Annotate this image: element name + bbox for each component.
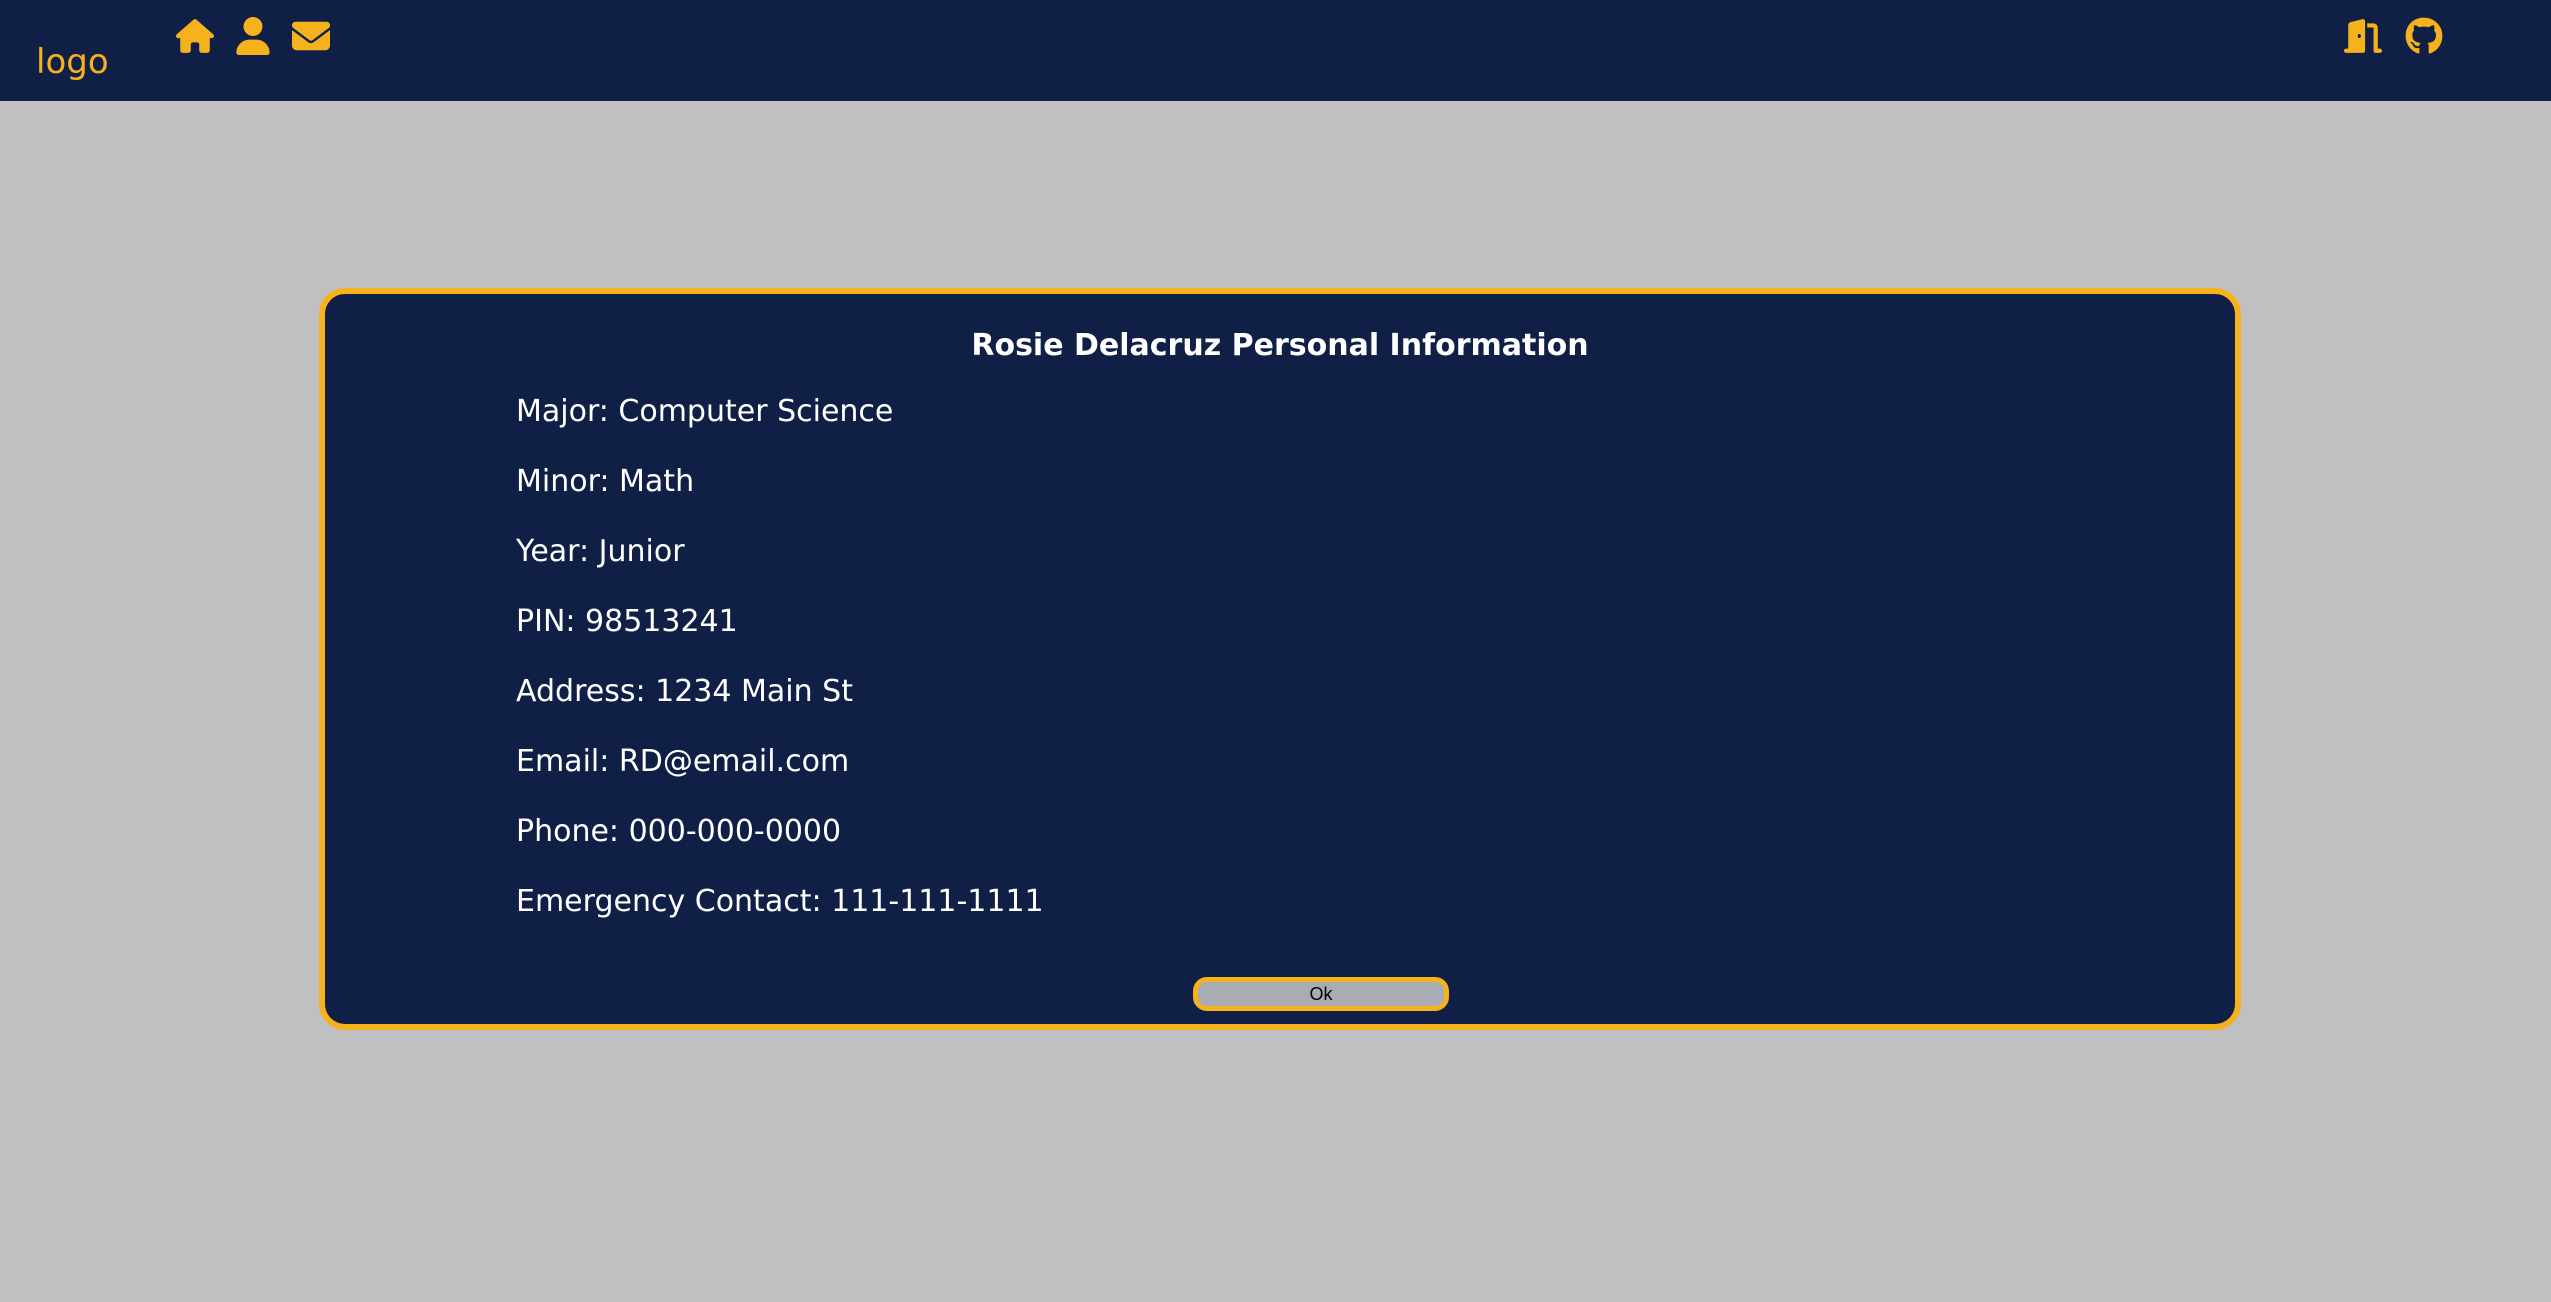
card-title: Rosie Delacruz Personal Information: [971, 328, 1589, 363]
info-item-major: Major: Computer Science: [516, 394, 894, 429]
door-exit-icon[interactable]: [2343, 16, 2383, 56]
github-icon[interactable]: [2404, 16, 2444, 56]
ok-button[interactable]: Ok: [1193, 977, 1449, 1011]
info-item-minor: Minor: Math: [516, 464, 695, 499]
info-item-emergency-contact: Emergency Contact: 111-111-1111: [516, 884, 1044, 919]
personal-info-card: Rosie Delacruz Personal Information Majo…: [319, 288, 2241, 1030]
info-item-email: Email: RD@email.com: [516, 744, 850, 779]
top-navbar: logo: [0, 0, 2551, 101]
info-list: Major: Computer Science Minor: Math Year…: [516, 392, 1044, 952]
info-item-year: Year: Junior: [516, 534, 685, 569]
info-item-pin: PIN: 98513241: [516, 604, 738, 639]
info-item-phone: Phone: 000-000-0000: [516, 814, 842, 849]
home-icon[interactable]: [175, 16, 215, 56]
info-item-address: Address: 1234 Main St: [516, 674, 853, 709]
logo[interactable]: logo: [36, 38, 109, 86]
envelope-icon[interactable]: [291, 16, 331, 56]
user-icon[interactable]: [233, 16, 273, 56]
